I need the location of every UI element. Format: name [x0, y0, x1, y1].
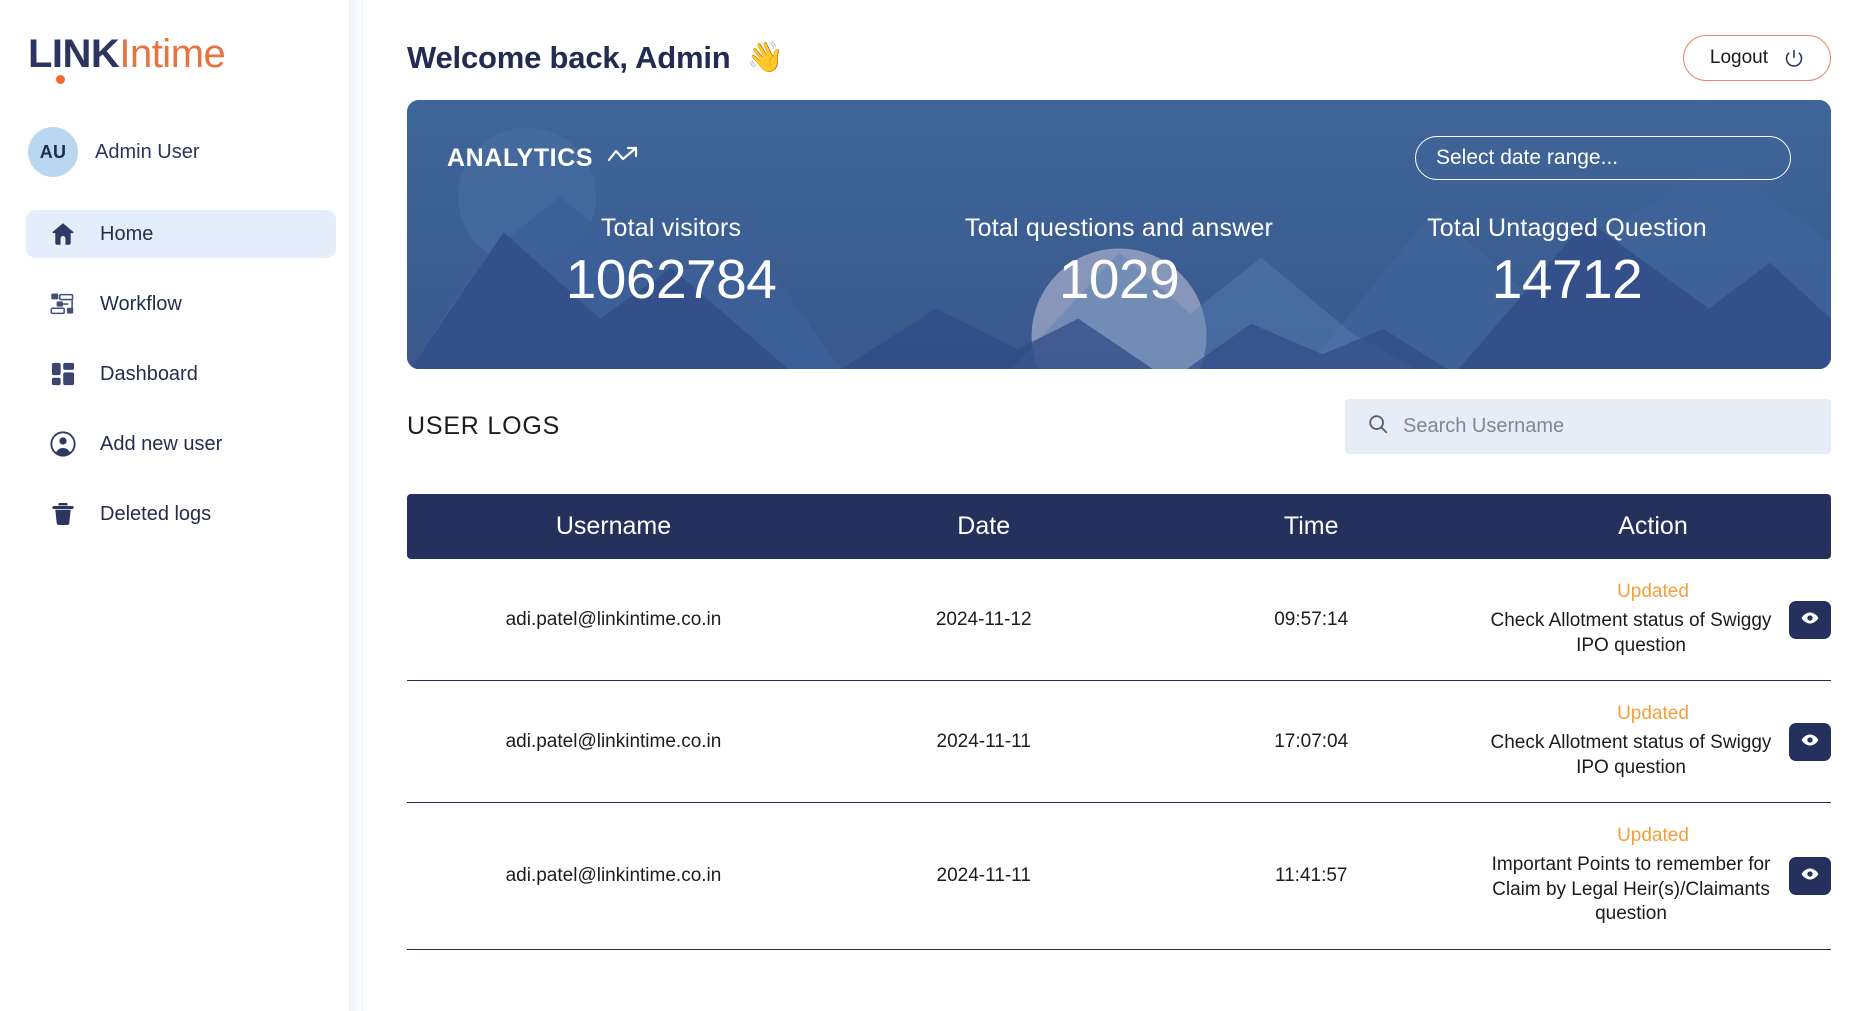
user-logs-table: Username Date Time Action adi.patel@link…	[407, 494, 1831, 950]
analytics-label: ANALYTICS	[447, 144, 593, 173]
table-row: adi.patel@linkintime.co.in 2024-11-11 11…	[407, 803, 1831, 950]
sidebar-item-label: Add new user	[100, 433, 222, 456]
table-body: adi.patel@linkintime.co.in 2024-11-12 09…	[407, 559, 1831, 949]
user-add-icon	[48, 429, 78, 459]
app-root: LINKIntime AU Admin User Home	[0, 0, 1875, 1011]
cell-time: 17:07:04	[1147, 681, 1475, 803]
avatar: AU	[28, 127, 78, 177]
sidebar-item-workflow[interactable]: Workflow	[26, 280, 336, 328]
search-icon	[1367, 413, 1389, 440]
sidebar-item-label: Dashboard	[100, 363, 198, 386]
sidebar: LINKIntime AU Admin User Home	[0, 0, 363, 1011]
stat-label: Total visitors	[447, 214, 895, 243]
logout-label: Logout	[1710, 47, 1768, 69]
cell-action: Updated Check Allotment status of Swiggy…	[1475, 559, 1831, 681]
cell-date: 2024-11-11	[820, 803, 1148, 950]
stats-row: Total visitors 1062784 Total questions a…	[447, 214, 1791, 311]
stat-value: 1062784	[447, 247, 895, 311]
power-icon	[1784, 48, 1804, 68]
action-description: Check Allotment status of Swiggy IPO que…	[1481, 731, 1781, 780]
column-header-time[interactable]: Time	[1147, 494, 1475, 559]
top-bar: Welcome back, Admin 👋 Logout	[407, 0, 1831, 100]
column-header-username[interactable]: Username	[407, 494, 820, 559]
stat-value: 14712	[1343, 247, 1791, 311]
banner-top-row: ANALYTICS Select date range...	[447, 136, 1791, 180]
sidebar-item-label: Home	[100, 223, 153, 246]
date-range-input[interactable]: Select date range...	[1415, 136, 1791, 180]
sidebar-item-add-new-user[interactable]: Add new user	[26, 420, 336, 468]
action-description: Important Points to remember for Claim b…	[1481, 853, 1781, 927]
workflow-icon	[48, 289, 78, 319]
brand-name-bold: LINK	[28, 32, 119, 76]
analytics-heading: ANALYTICS	[447, 144, 641, 173]
sidebar-nav: Home Workflow	[0, 210, 362, 538]
table-row: adi.patel@linkintime.co.in 2024-11-11 17…	[407, 681, 1831, 803]
stat-total-untagged-question: Total Untagged Question 14712	[1343, 214, 1791, 311]
cell-time: 11:41:57	[1147, 803, 1475, 950]
view-button[interactable]	[1789, 857, 1831, 895]
date-range-placeholder: Select date range...	[1436, 146, 1618, 170]
eye-icon	[1800, 730, 1820, 753]
waving-hand-icon: 👋	[747, 43, 784, 73]
view-button[interactable]	[1789, 723, 1831, 761]
sidebar-item-label: Deleted logs	[100, 503, 211, 526]
brand-logo: LINKIntime	[0, 18, 362, 96]
sidebar-user-name: Admin User	[95, 141, 199, 164]
home-icon	[48, 219, 78, 249]
cell-username: adi.patel@linkintime.co.in	[407, 803, 820, 950]
trash-icon	[48, 499, 78, 529]
cell-date: 2024-11-12	[820, 559, 1148, 681]
view-button[interactable]	[1789, 601, 1831, 639]
main-content: Welcome back, Admin 👋 Logout	[363, 0, 1875, 1011]
table-header: Username Date Time Action	[407, 494, 1831, 559]
cell-username: adi.patel@linkintime.co.in	[407, 559, 820, 681]
trending-up-icon	[607, 145, 641, 172]
sidebar-item-home[interactable]: Home	[26, 210, 336, 258]
user-logs-title: USER LOGS	[407, 412, 560, 441]
brand-name-light: Intime	[119, 32, 225, 76]
status-badge: Updated	[1481, 581, 1825, 603]
dashboard-icon	[48, 359, 78, 389]
welcome-block: Welcome back, Admin 👋	[407, 40, 784, 76]
eye-icon	[1800, 864, 1820, 887]
banner-content: ANALYTICS Select date range... Total vis	[407, 100, 1831, 311]
page-title: Welcome back, Admin	[407, 40, 731, 76]
sidebar-item-label: Workflow	[100, 293, 182, 316]
analytics-banner: ANALYTICS Select date range... Total vis	[407, 100, 1831, 369]
search-input[interactable]	[1403, 415, 1809, 438]
cell-action: Updated Check Allotment status of Swiggy…	[1475, 681, 1831, 803]
table-row: adi.patel@linkintime.co.in 2024-11-12 09…	[407, 559, 1831, 681]
sidebar-user: AU Admin User	[0, 96, 362, 180]
search-box[interactable]	[1345, 399, 1831, 454]
eye-icon	[1800, 608, 1820, 631]
column-header-date[interactable]: Date	[820, 494, 1148, 559]
cell-username: adi.patel@linkintime.co.in	[407, 681, 820, 803]
cell-date: 2024-11-11	[820, 681, 1148, 803]
stat-value: 1029	[895, 247, 1343, 311]
cell-time: 09:57:14	[1147, 559, 1475, 681]
stat-total-visitors: Total visitors 1062784	[447, 214, 895, 311]
sidebar-item-dashboard[interactable]: Dashboard	[26, 350, 336, 398]
action-description: Check Allotment status of Swiggy IPO que…	[1481, 609, 1781, 658]
column-header-action[interactable]: Action	[1475, 494, 1831, 559]
brand-dot-icon	[56, 75, 65, 84]
user-logs-header: USER LOGS	[407, 399, 1831, 454]
status-badge: Updated	[1481, 825, 1825, 847]
stat-label: Total questions and answer	[895, 214, 1343, 243]
stat-total-questions-and-answer: Total questions and answer 1029	[895, 214, 1343, 311]
cell-action: Updated Important Points to remember for…	[1475, 803, 1831, 950]
sidebar-item-deleted-logs[interactable]: Deleted logs	[26, 490, 336, 538]
status-badge: Updated	[1481, 703, 1825, 725]
table-header-row: Username Date Time Action	[407, 494, 1831, 559]
stat-label: Total Untagged Question	[1343, 214, 1791, 243]
logout-button[interactable]: Logout	[1683, 35, 1831, 81]
